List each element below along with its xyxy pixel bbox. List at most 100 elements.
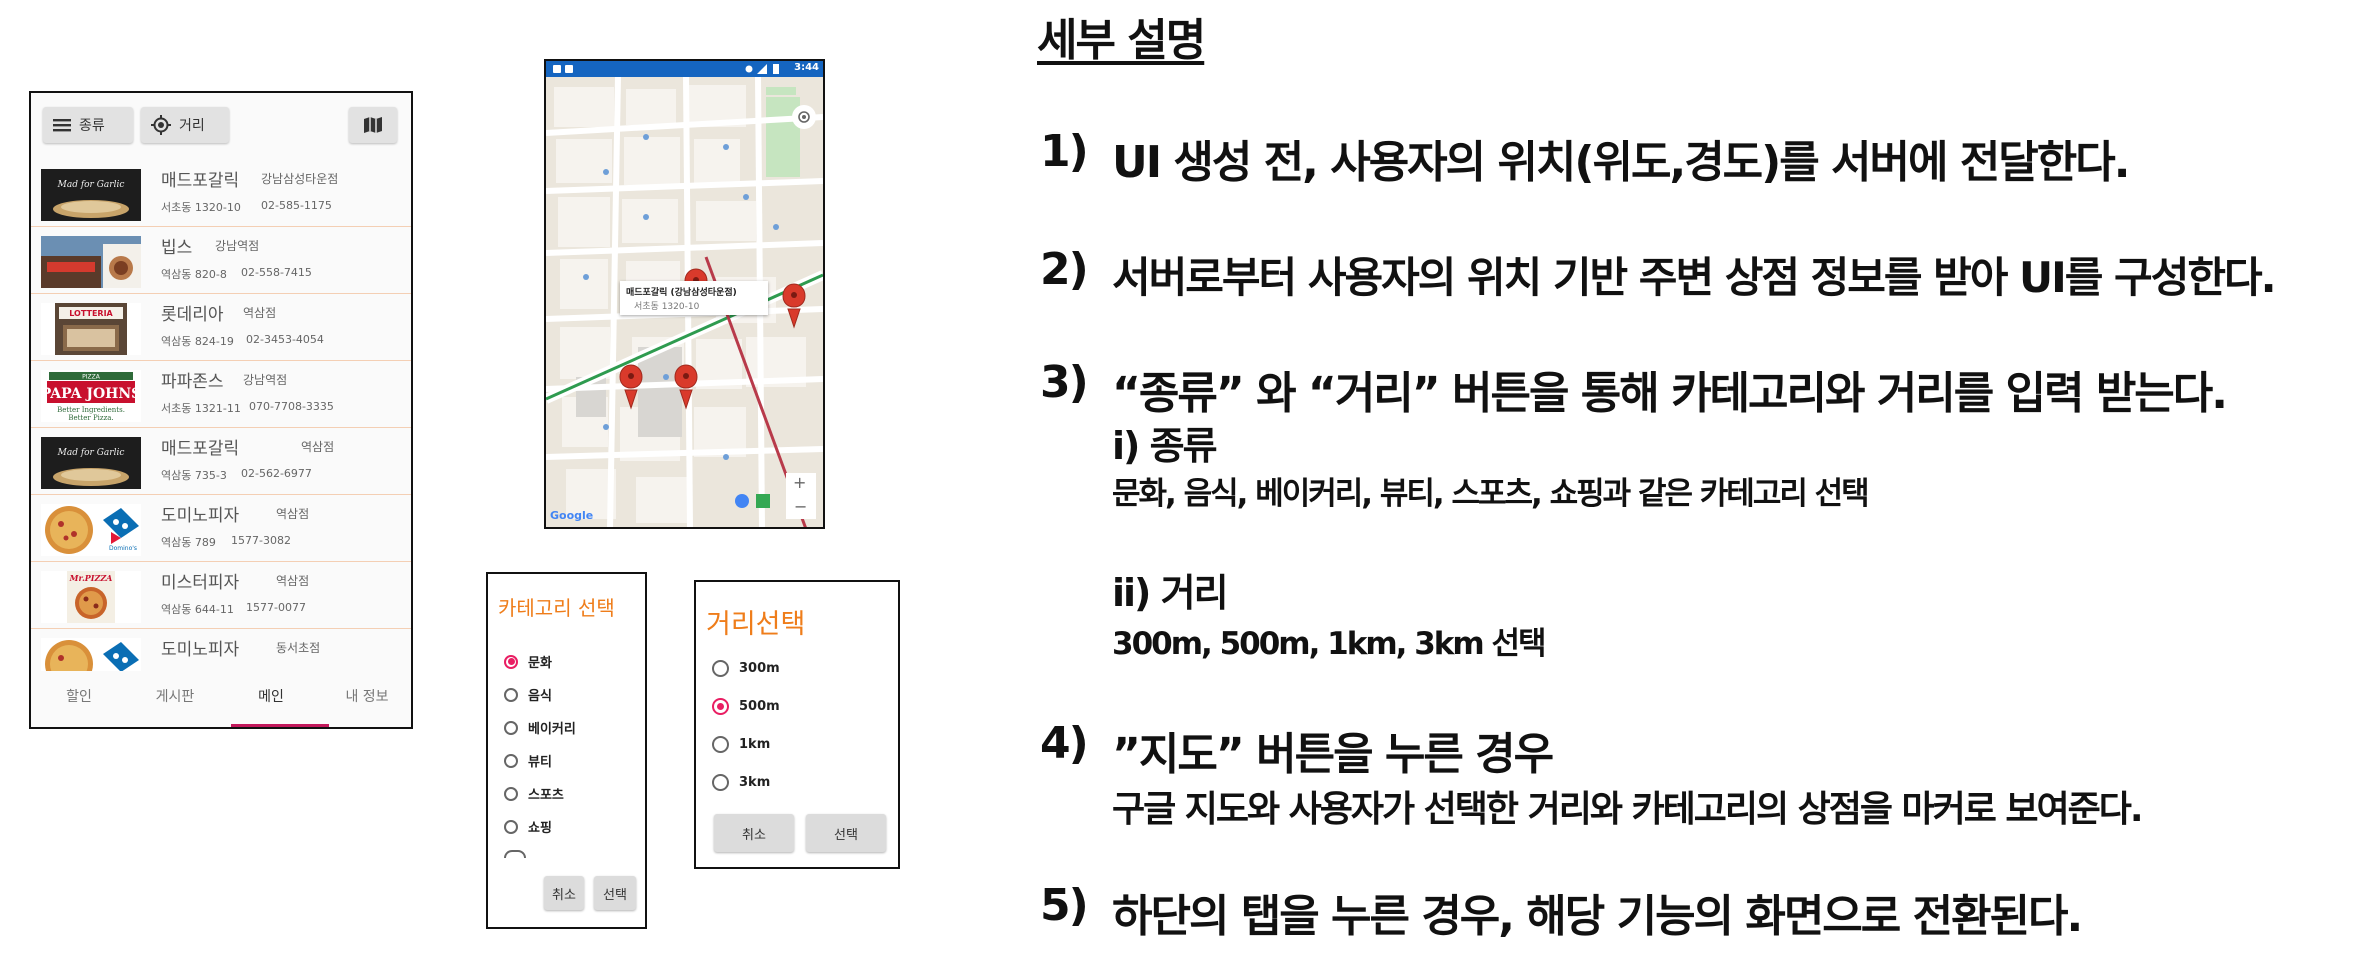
category-option-sports[interactable]: 스포츠 — [504, 784, 564, 803]
store-branch: 역삼점 — [276, 507, 310, 521]
radio-unchecked-icon — [504, 687, 518, 702]
store-thumbnail-mrpizza: Mr.PIZZA — [41, 571, 141, 623]
distance-option-3km[interactable]: 3km — [712, 774, 770, 791]
radio-unchecked-icon — [504, 753, 518, 768]
radio-unchecked-icon — [712, 660, 729, 677]
item-number: 1) — [1040, 126, 1089, 177]
store-name: 빕스 — [161, 238, 193, 258]
distance-option-1km[interactable]: 1km — [712, 736, 770, 753]
status-icons — [745, 64, 779, 74]
status-bar: 3:44 — [546, 61, 823, 77]
category-option-bakery[interactable]: 베이커리 — [504, 718, 576, 737]
option-label: 스포츠 — [528, 788, 564, 803]
category-button-label: 종류 — [79, 118, 105, 134]
store-address: 서초동 1321-11 — [161, 402, 241, 415]
description-item-4: ”지도” 버튼을 누른 경우 — [1112, 729, 1554, 780]
store-name: 롯데리아 — [161, 305, 224, 325]
status-time: 3:44 — [794, 62, 819, 73]
tab-main[interactable]: 메인 — [223, 669, 319, 723]
category-select-button[interactable]: 선택 — [594, 876, 636, 910]
svg-text:Better Ingredients.: Better Ingredients. — [57, 406, 125, 414]
notification-icons — [553, 65, 573, 73]
map-button[interactable] — [349, 107, 397, 143]
store-thumbnail-vips — [41, 236, 141, 288]
option-label: 1km — [739, 737, 771, 752]
sub-item-category-title: i) 종류 — [1112, 424, 1218, 468]
zoom-in-button[interactable]: + — [793, 473, 806, 492]
store-name: 매드포갈릭 — [161, 171, 240, 191]
google-logo: Google — [550, 509, 594, 522]
item-number: 2) — [1040, 244, 1089, 295]
category-option-shopping[interactable]: 쇼핑 — [504, 817, 552, 836]
active-tab-indicator — [231, 724, 329, 727]
distance-cancel-button[interactable]: 취소 — [714, 814, 794, 852]
store-row[interactable]: Mad for Garlic 매드포갈릭 역삼점 역삼동 735-3 02-56… — [31, 427, 411, 495]
svg-text:PIZZA: PIZZA — [82, 374, 101, 381]
svg-text:Domino's: Domino's — [109, 545, 137, 552]
store-row[interactable]: Mr.PIZZA 미스터피자 역삼점 역삼동 644-11 1577-0077 — [31, 561, 411, 629]
store-thumbnail-dominos: Domino's — [41, 504, 141, 556]
category-option-beauty[interactable]: 뷰티 — [504, 751, 552, 770]
category-button[interactable]: 종류 — [43, 107, 133, 143]
distance-button[interactable]: 거리 — [141, 107, 229, 143]
store-row[interactable]: 빕스 강남역점 역삼동 820-8 02-558-7415 — [31, 226, 411, 294]
distance-select-button[interactable]: 선택 — [806, 814, 886, 852]
svg-text:Mad for Garlic: Mad for Garlic — [57, 448, 125, 458]
location-target-icon — [151, 115, 171, 135]
option-label: 300m — [739, 661, 780, 676]
store-branch: 강남역점 — [243, 373, 288, 387]
category-option-food[interactable]: 음식 — [504, 685, 552, 704]
option-label: 음식 — [528, 689, 552, 704]
option-label: 뷰티 — [528, 755, 552, 770]
sub-item-distance-desc: 300m, 500m, 1km, 3km 선택 — [1112, 626, 1547, 662]
bottom-tab-bar: 할인 게시판 메인 내 정보 — [31, 669, 411, 727]
store-phone: 070-7708-3335 — [249, 400, 334, 413]
store-row[interactable]: Mad for Garlic 매드포갈릭 강남삼성타운점 서초동 1320-10… — [31, 159, 411, 227]
store-name: 도미노피자 — [161, 506, 240, 526]
store-address: 역삼동 824-19 — [161, 335, 234, 348]
store-address: 역삼동 644-11 — [161, 603, 234, 616]
google-map[interactable]: 매드포갈릭 (강남삼성타운점) 서초동 1320-10 + − Google — [546, 76, 823, 527]
store-phone: 02-585-1175 — [261, 199, 332, 212]
distance-option-300m[interactable]: 300m — [712, 660, 780, 677]
radio-unchecked-icon — [504, 819, 518, 834]
description-item-2: 서버로부터 사용자의 위치 기반 주변 상점 정보를 받아 UI를 구성한다. — [1112, 253, 2277, 302]
store-name: 매드포갈릭 — [161, 439, 240, 459]
tab-discount[interactable]: 할인 — [31, 669, 127, 723]
store-branch: 역삼점 — [301, 440, 335, 454]
svg-text:LOTTERIA: LOTTERIA — [69, 309, 113, 318]
radio-partial-icon — [504, 850, 526, 858]
description-item-5: 하단의 탭을 누른 경우, 해당 기능의 화면으로 전환된다. — [1112, 891, 2083, 942]
store-address: 서초동 1320-10 — [161, 201, 241, 214]
marker-info-window[interactable]: 매드포갈릭 (강남삼성타운점) 서초동 1320-10 — [620, 281, 768, 315]
option-label: 쇼핑 — [528, 821, 552, 836]
store-row[interactable]: PIZZA PAPA JOHNS Better Ingredients. Better… — [31, 360, 411, 428]
store-phone: 02-562-6977 — [241, 467, 312, 480]
store-list[interactable]: Mad for Garlic 매드포갈릭 강남삼성타운점 서초동 1320-10… — [31, 159, 411, 671]
store-row[interactable]: LOTTERIA 롯데리아 역삼점 역삼동 824-19 02-3453-405… — [31, 293, 411, 361]
store-thumbnail-lotteria: LOTTERIA — [41, 303, 141, 355]
tab-board[interactable]: 게시판 — [127, 669, 223, 723]
distance-option-500m[interactable]: 500m — [712, 698, 780, 715]
radio-unchecked-icon — [504, 786, 518, 801]
store-address: 역삼동 789 — [161, 536, 216, 549]
zoom-out-button[interactable]: − — [794, 497, 807, 516]
tab-my-info[interactable]: 내 정보 — [319, 669, 415, 723]
store-phone: 02-558-7415 — [241, 266, 312, 279]
category-dialog: 카테고리 선택 문화 음식 베이커리 뷰티 스포츠 쇼핑 취소 선택 — [486, 572, 647, 929]
radio-unchecked-icon — [712, 736, 729, 753]
store-branch: 동서초점 — [276, 641, 321, 655]
store-branch: 역삼점 — [276, 574, 310, 588]
store-list-screen: 종류 거리 Mad for Garlic 매드포갈릭 강남삼성타운점 서초동 1… — [29, 91, 413, 729]
store-row[interactable]: Domino's 도미노피자 역삼점 역삼동 789 1577-3082 — [31, 494, 411, 562]
svg-text:PAPA JOHNS: PAPA JOHNS — [41, 386, 141, 402]
map-icon — [364, 117, 382, 133]
store-address: 역삼동 820-8 — [161, 268, 227, 281]
category-cancel-button[interactable]: 취소 — [544, 876, 584, 910]
distance-dialog-title: 거리선택 — [706, 609, 806, 640]
category-option-culture[interactable]: 문화 — [504, 652, 552, 671]
option-label: 3km — [739, 775, 771, 790]
store-branch: 강남역점 — [215, 239, 260, 253]
description-heading: 세부 설명 — [1037, 15, 1206, 66]
store-row[interactable]: 도미노피자 동서초점 — [31, 628, 411, 671]
